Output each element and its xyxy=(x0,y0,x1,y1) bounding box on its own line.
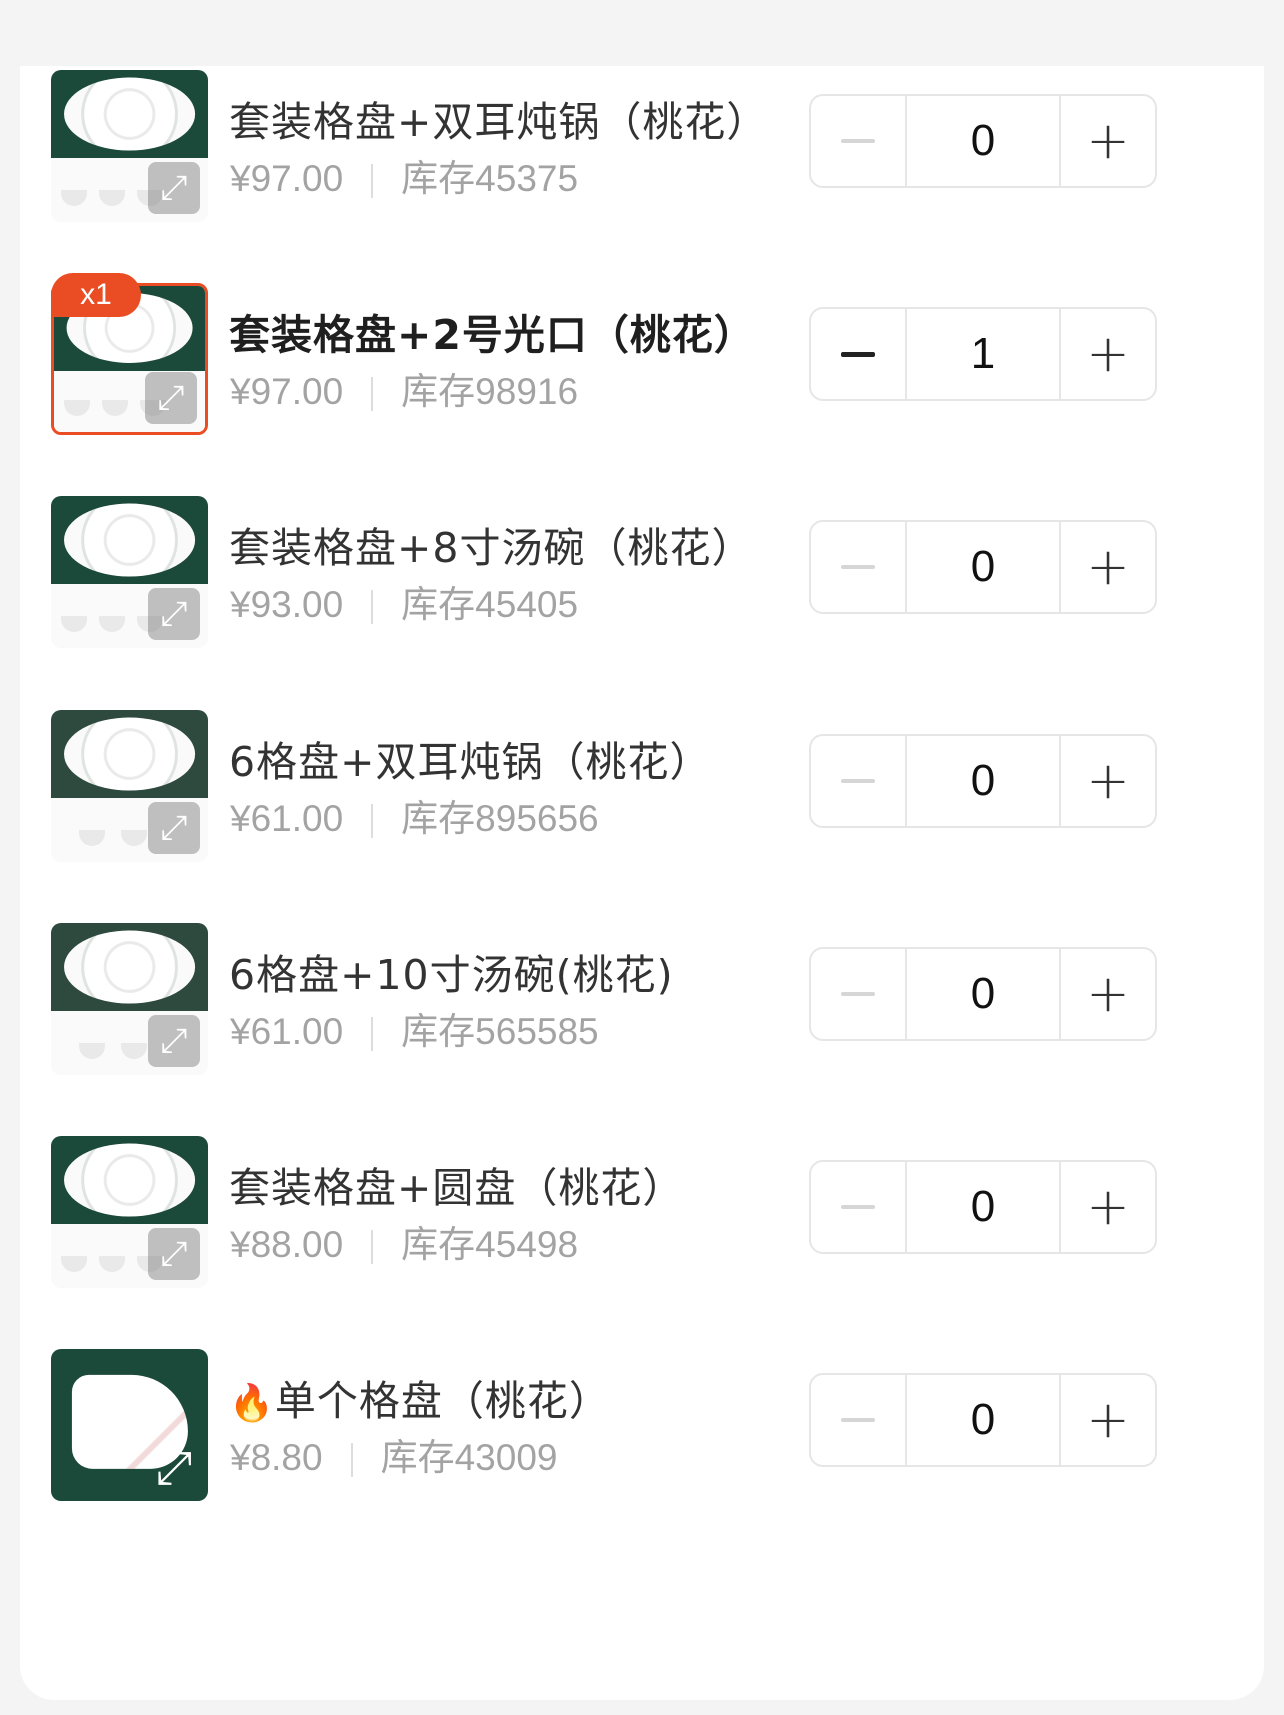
product-thumbnail[interactable]: ⤢ xyxy=(51,710,208,862)
price: ¥97.00 xyxy=(230,158,344,199)
quantity-value[interactable]: 0 xyxy=(907,1375,1059,1465)
product-title: 套装格盘+双耳炖锅（桃花） xyxy=(229,98,769,146)
minus-icon xyxy=(841,1418,875,1422)
list-item[interactable]: ⤢ 套装格盘+双耳炖锅（桃花） ¥97.00 库存45375 0 + xyxy=(20,66,1264,226)
divider xyxy=(371,377,374,412)
expand-icon[interactable]: ⤢ xyxy=(148,1228,200,1280)
divider xyxy=(371,1230,374,1265)
list-item[interactable]: ⤢ 🔥单个格盘（桃花） ¥8.80 库存43009 0 + xyxy=(20,1345,1264,1505)
increase-button[interactable]: + xyxy=(1059,309,1155,399)
minus-icon xyxy=(841,351,875,357)
increase-button[interactable]: + xyxy=(1059,522,1155,612)
price: ¥61.00 xyxy=(230,798,344,839)
product-title: 套装格盘+圆盘（桃花） xyxy=(229,1164,685,1212)
decrease-button[interactable] xyxy=(811,309,907,399)
list-item[interactable]: ⤢ 6格盘+10寸汤碗(桃花) ¥61.00 库存565585 0 + xyxy=(20,919,1264,1079)
product-thumbnail[interactable]: ⤢ xyxy=(51,1349,208,1501)
expand-icon[interactable]: ⤢ xyxy=(148,1015,200,1067)
product-thumbnail[interactable]: ⤢ xyxy=(51,496,208,648)
stock: 库存45405 xyxy=(401,584,579,625)
quantity-stepper: 0 + xyxy=(809,1160,1157,1254)
product-title: 🔥单个格盘（桃花） xyxy=(229,1367,611,1427)
expand-icon[interactable]: ⤢ xyxy=(148,1441,200,1493)
minus-icon xyxy=(841,992,875,996)
product-title: 套装格盘+8寸汤碗（桃花） xyxy=(229,524,754,572)
stock: 库存45375 xyxy=(401,158,579,199)
decrease-button[interactable] xyxy=(811,949,907,1039)
quantity-badge: x1 xyxy=(51,273,141,317)
hot-icon: 🔥 xyxy=(229,1383,275,1424)
product-thumbnail[interactable]: ⤢ xyxy=(51,70,208,222)
quantity-value[interactable]: 0 xyxy=(907,736,1059,826)
product-title: 6格盘+双耳炖锅（桃花） xyxy=(229,738,712,786)
price: ¥88.00 xyxy=(230,1224,344,1265)
divider xyxy=(371,1017,374,1052)
divider xyxy=(371,590,374,625)
list-item[interactable]: ⤢ 6格盘+双耳炖锅（桃花） ¥61.00 库存895656 0 + xyxy=(20,706,1264,866)
divider xyxy=(371,164,374,199)
quantity-stepper: 0 + xyxy=(809,1373,1157,1467)
minus-icon xyxy=(841,139,875,143)
list-item[interactable]: x1 ⤢ 套装格盘+2号光口（桃花） ¥97.00 库存98916 1 + xyxy=(20,273,1264,439)
decrease-button[interactable] xyxy=(811,1162,907,1252)
quantity-stepper: 0 + xyxy=(809,520,1157,614)
increase-button[interactable]: + xyxy=(1059,1375,1155,1465)
stock: 库存895656 xyxy=(401,798,599,839)
increase-button[interactable]: + xyxy=(1059,1162,1155,1252)
minus-icon xyxy=(841,779,875,783)
expand-icon[interactable]: ⤢ xyxy=(148,588,200,640)
decrease-button[interactable] xyxy=(811,1375,907,1465)
quantity-value[interactable]: 0 xyxy=(907,522,1059,612)
quantity-value[interactable]: 0 xyxy=(907,1162,1059,1252)
product-meta: ¥93.00 库存45405 xyxy=(230,574,578,628)
list-item[interactable]: ⤢ 套装格盘+8寸汤碗（桃花） ¥93.00 库存45405 0 + xyxy=(20,492,1264,652)
minus-icon xyxy=(841,565,875,569)
quantity-stepper: 1 + xyxy=(809,307,1157,401)
product-meta: ¥8.80 库存43009 xyxy=(230,1427,557,1481)
product-title: 套装格盘+2号光口（桃花） xyxy=(229,311,756,359)
quantity-value[interactable]: 0 xyxy=(907,949,1059,1039)
stock: 库存565585 xyxy=(401,1011,599,1052)
product-meta: ¥97.00 库存98916 xyxy=(230,361,578,415)
product-meta: ¥61.00 库存895656 xyxy=(230,788,599,842)
divider xyxy=(350,1443,353,1478)
price: ¥93.00 xyxy=(230,584,344,625)
price: ¥61.00 xyxy=(230,1011,344,1052)
expand-icon[interactable]: ⤢ xyxy=(145,372,197,424)
divider xyxy=(371,804,374,839)
product-title-text: 单个格盘（桃花） xyxy=(274,1377,611,1425)
decrease-button[interactable] xyxy=(811,522,907,612)
quantity-stepper: 0 + xyxy=(809,947,1157,1041)
decrease-button[interactable] xyxy=(811,96,907,186)
list-item[interactable]: ⤢ 套装格盘+圆盘（桃花） ¥88.00 库存45498 0 + xyxy=(20,1132,1264,1292)
minus-icon xyxy=(841,1205,875,1209)
product-thumbnail[interactable]: ⤢ xyxy=(51,923,208,1075)
product-variant-list: ⤢ 套装格盘+双耳炖锅（桃花） ¥97.00 库存45375 0 + x1 ⤢ 套… xyxy=(20,66,1264,1700)
increase-button[interactable]: + xyxy=(1059,96,1155,186)
quantity-value[interactable]: 0 xyxy=(907,96,1059,186)
stock: 库存43009 xyxy=(380,1437,558,1478)
decrease-button[interactable] xyxy=(811,736,907,826)
increase-button[interactable]: + xyxy=(1059,949,1155,1039)
stock: 库存98916 xyxy=(401,371,579,412)
product-meta: ¥88.00 库存45498 xyxy=(230,1214,578,1268)
product-meta: ¥97.00 库存45375 xyxy=(230,148,578,202)
price: ¥8.80 xyxy=(230,1437,323,1478)
product-title: 6格盘+10寸汤碗(桃花) xyxy=(229,951,674,999)
product-meta: ¥61.00 库存565585 xyxy=(230,1001,599,1055)
increase-button[interactable]: + xyxy=(1059,736,1155,826)
quantity-stepper: 0 + xyxy=(809,94,1157,188)
stock: 库存45498 xyxy=(401,1224,579,1265)
quantity-stepper: 0 + xyxy=(809,734,1157,828)
expand-icon[interactable]: ⤢ xyxy=(148,802,200,854)
expand-icon[interactable]: ⤢ xyxy=(148,162,200,214)
quantity-value[interactable]: 1 xyxy=(907,309,1059,399)
product-thumbnail[interactable]: ⤢ xyxy=(51,1136,208,1288)
price: ¥97.00 xyxy=(230,371,344,412)
